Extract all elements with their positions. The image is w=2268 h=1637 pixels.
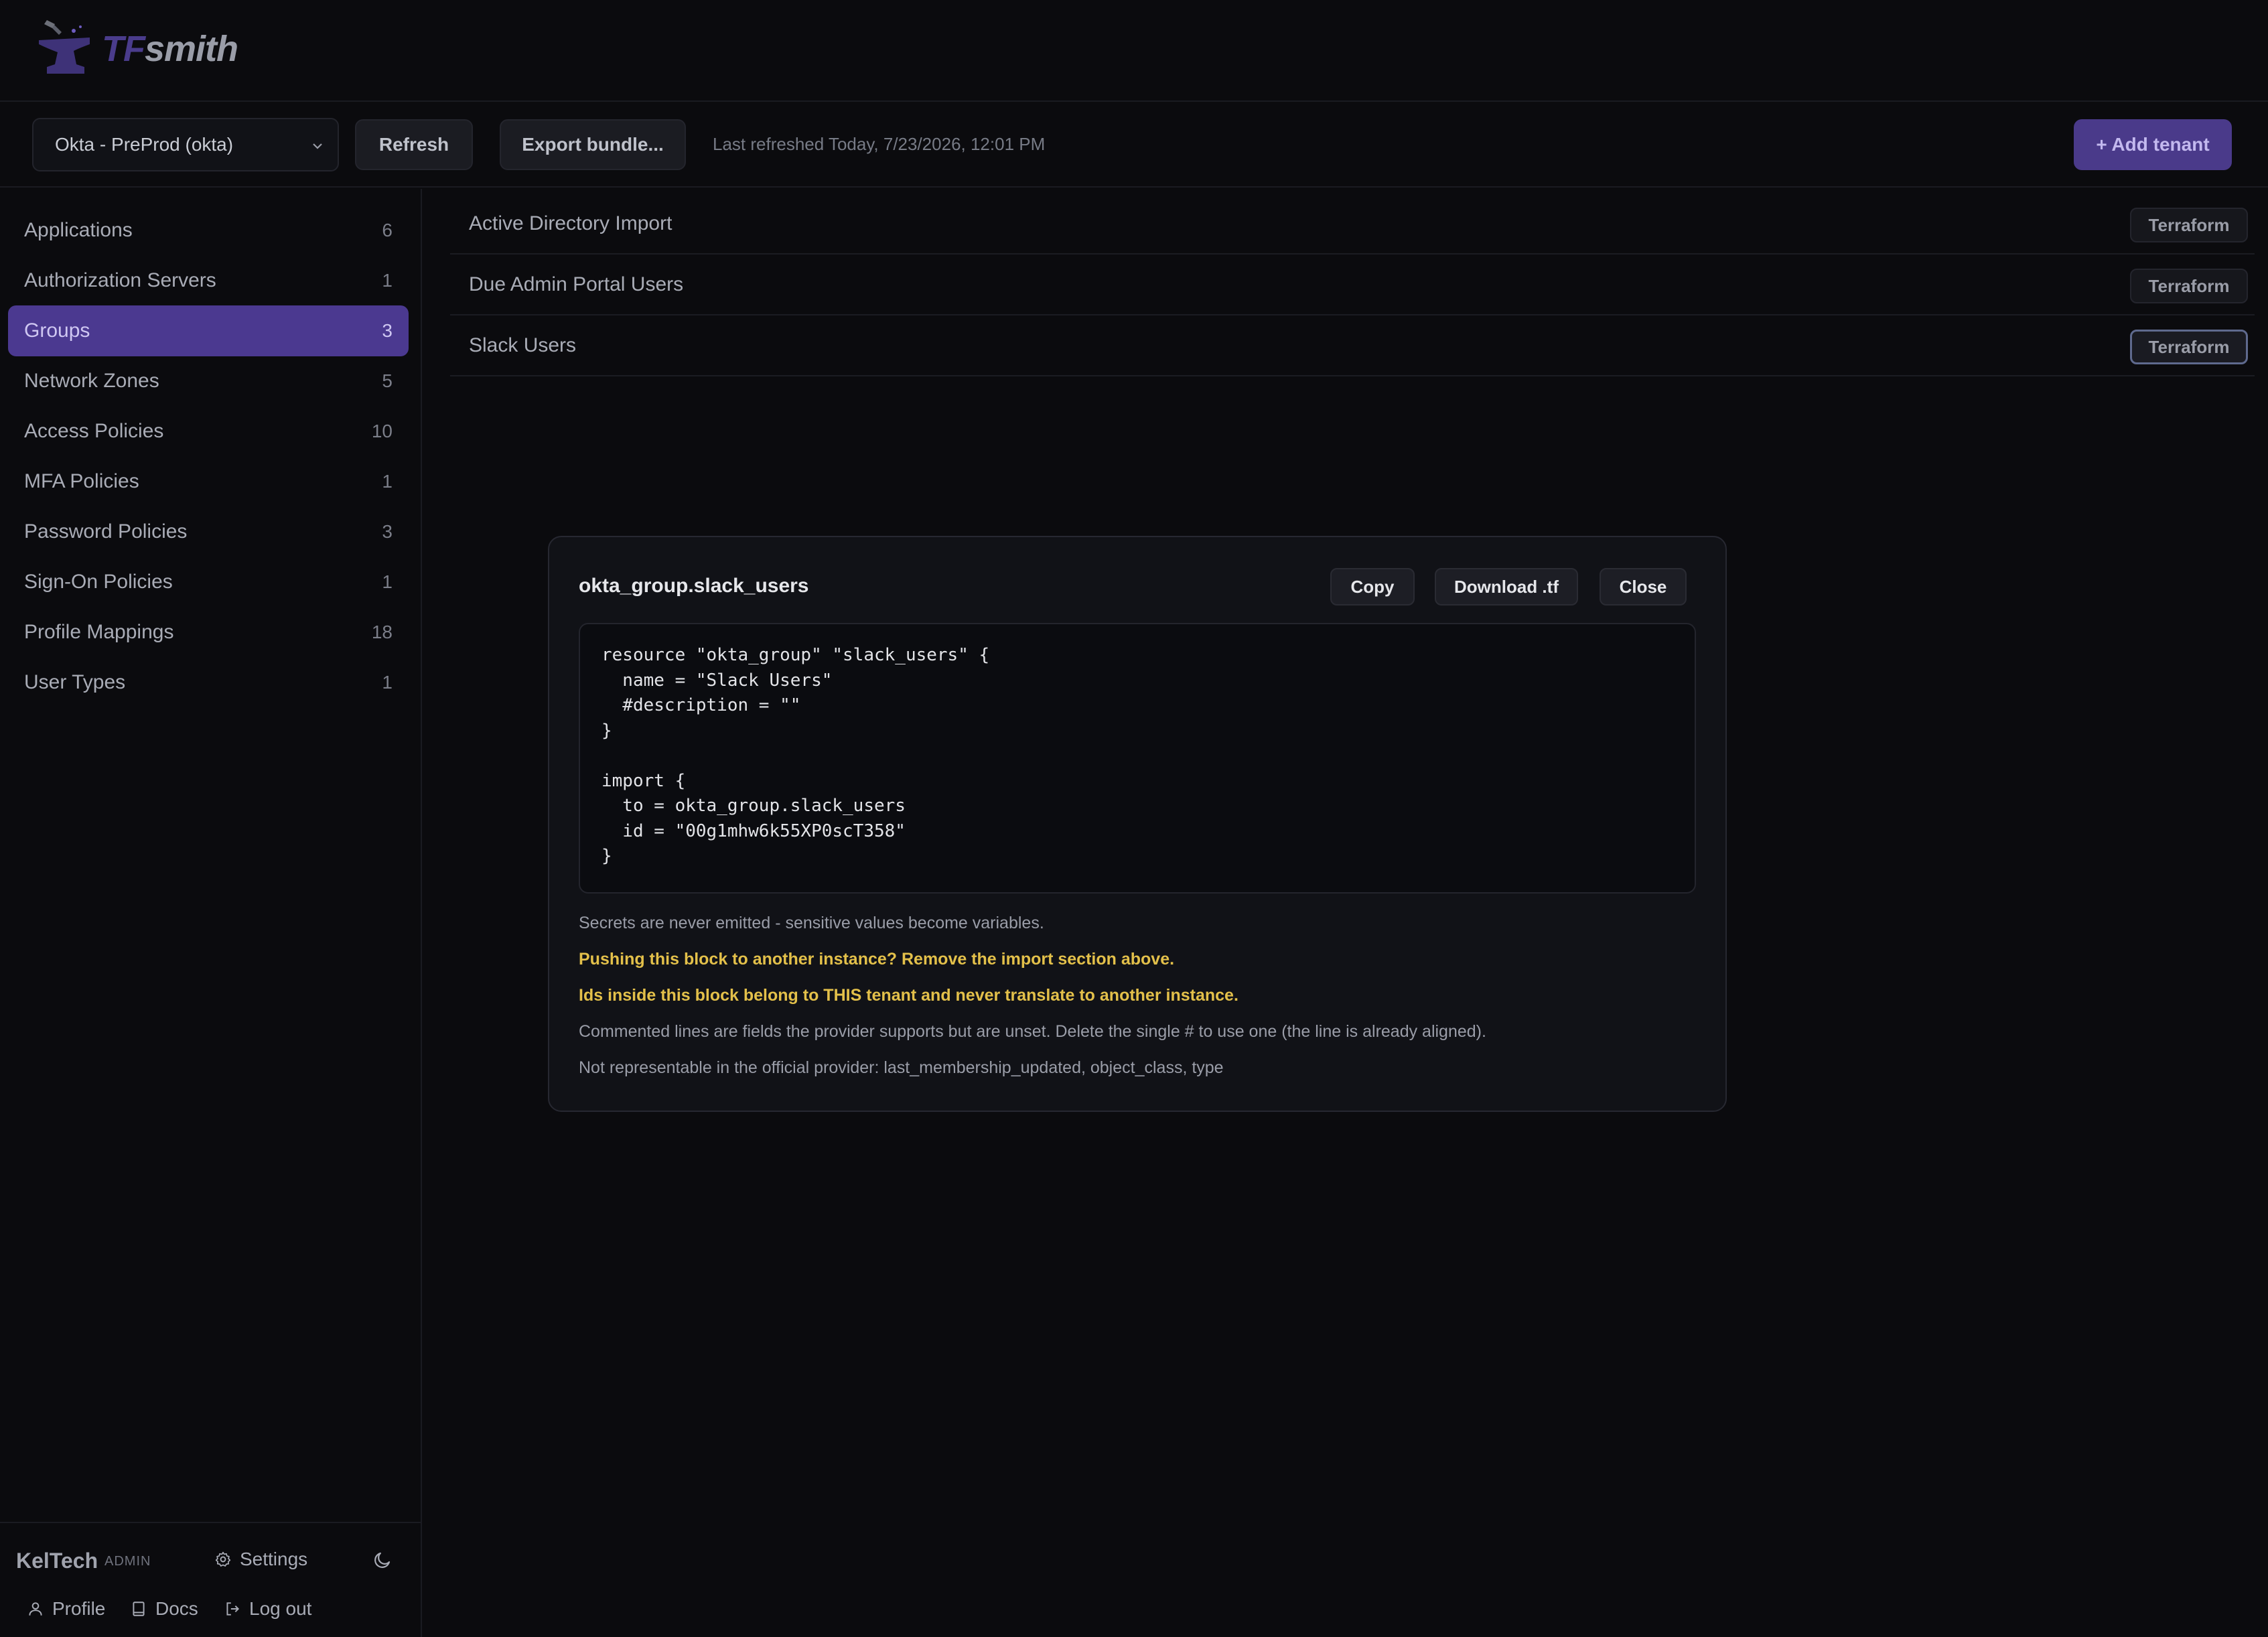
add-tenant-button[interactable]: + Add tenant	[2074, 119, 2232, 170]
list-item: Slack Users Terraform	[450, 316, 2255, 376]
anvil-logo-icon	[39, 20, 90, 74]
sidebar-item-count: 3	[382, 320, 393, 341]
sidebar-item-count: 6	[382, 220, 393, 240]
export-bundle-button[interactable]: Export bundle...	[500, 119, 686, 170]
group-name: Due Admin Portal Users	[469, 273, 684, 295]
sidebar-item-label: Network Zones	[24, 370, 159, 392]
sidebar-item-applications[interactable]: Applications 6	[8, 205, 409, 256]
org-name: KelTech	[16, 1549, 98, 1573]
group-name: Slack Users	[469, 334, 577, 356]
logo-wordmark: TFsmith	[102, 28, 238, 70]
sidebar-item-label: Access Policies	[24, 420, 164, 442]
app-logo[interactable]: TFsmith	[32, 17, 238, 80]
sidebar-item-label: Profile Mappings	[24, 621, 174, 643]
sidebar-item-label: User Types	[24, 671, 126, 693]
copy-button[interactable]: Copy	[1330, 568, 1415, 606]
chevron-down-icon	[313, 143, 322, 149]
import-warning: Pushing this block to another instance? …	[579, 950, 1175, 969]
sidebar-item-count: 1	[382, 270, 393, 291]
sidebar-item-mfa-policies[interactable]: MFA Policies 1	[8, 456, 409, 507]
terraform-modal: okta_group.slack_users Copy Download .tf…	[548, 536, 1727, 1112]
sidebar-item-label: Applications	[24, 219, 133, 241]
sidebar-item-network-zones[interactable]: Network Zones 5	[8, 356, 409, 407]
sidebar-item-count: 3	[382, 521, 393, 542]
unrepresentable-note: Not representable in the official provid…	[579, 1058, 1224, 1077]
profile-label: Profile	[52, 1598, 106, 1619]
tenant-select-value: Okta - PreProd (okta)	[55, 134, 234, 155]
sidebar-item-count: 1	[382, 672, 393, 693]
user-icon	[29, 1602, 42, 1616]
book-icon	[133, 1602, 145, 1616]
sidebar-item-count: 10	[371, 421, 393, 441]
sidebar-item-groups[interactable]: Groups 3	[8, 305, 409, 356]
ids-warning: Ids inside this block belong to THIS ten…	[579, 986, 1238, 1005]
sidebar-item-label: MFA Policies	[24, 470, 139, 492]
logout-label: Log out	[249, 1598, 312, 1619]
sidebar-footer: KelTech ADMIN Settings Profile Docs Log …	[0, 1522, 422, 1637]
profile-link[interactable]: Profile	[27, 1598, 105, 1620]
sidebar-item-user-types[interactable]: User Types 1	[8, 657, 409, 708]
terraform-button[interactable]: Terraform	[2130, 269, 2248, 303]
sidebar-item-label: Password Policies	[24, 520, 188, 543]
toolbar: Okta - PreProd (okta) Refresh Export bun…	[0, 102, 2268, 188]
docs-link[interactable]: Docs	[130, 1598, 198, 1620]
sidebar-item-label: Groups	[24, 319, 90, 342]
role-badge: ADMIN	[104, 1554, 151, 1569]
secrets-note: Secrets are never emitted - sensitive va…	[579, 914, 1044, 932]
settings-label: Settings	[240, 1549, 308, 1569]
sidebar-item-count: 1	[382, 571, 393, 592]
terraform-button[interactable]: Terraform	[2130, 330, 2248, 364]
sidebar-item-profile-mappings[interactable]: Profile Mappings 18	[8, 607, 409, 658]
docs-label: Docs	[155, 1598, 198, 1619]
logout-icon	[226, 1602, 240, 1616]
sidebar-item-count: 18	[371, 622, 393, 642]
code-block[interactable]: resource "okta_group" "slack_users" { na…	[579, 623, 1696, 894]
sidebar-item-access-policies[interactable]: Access Policies 10	[8, 406, 409, 457]
list-item: Due Admin Portal Users Terraform	[450, 255, 2255, 315]
modal-title: okta_group.slack_users	[579, 575, 809, 597]
sidebar-item-count: 5	[382, 370, 393, 391]
sidebar-item-sign-on-policies[interactable]: Sign-On Policies 1	[8, 557, 409, 608]
commented-lines-note: Commented lines are fields the provider …	[579, 1022, 1486, 1041]
group-name: Active Directory Import	[469, 212, 672, 234]
sidebar-item-password-policies[interactable]: Password Policies 3	[8, 506, 409, 557]
sidebar-item-label: Authorization Servers	[24, 269, 216, 291]
sidebar-item-count: 1	[382, 471, 393, 492]
sidebar-item-label: Sign-On Policies	[24, 571, 173, 593]
settings-link[interactable]: Settings	[214, 1549, 307, 1570]
gear-icon	[215, 1551, 231, 1567]
app-header: TFsmith	[0, 0, 2268, 102]
tenant-select[interactable]: Okta - PreProd (okta)	[32, 118, 339, 171]
sidebar: Applications 6 Authorization Servers 1 G…	[0, 189, 422, 1637]
sidebar-item-authorization-servers[interactable]: Authorization Servers 1	[8, 255, 409, 306]
close-button[interactable]: Close	[1600, 568, 1687, 606]
refresh-button[interactable]: Refresh	[355, 119, 473, 170]
logout-link[interactable]: Log out	[224, 1598, 311, 1620]
logo-tf: TF	[102, 29, 145, 69]
last-refreshed-text: Last refreshed Today, 7/23/2026, 12:01 P…	[713, 134, 1046, 154]
moon-icon[interactable]	[372, 1550, 393, 1570]
download-tf-button[interactable]: Download .tf	[1435, 568, 1578, 606]
list-item: Active Directory Import Terraform	[450, 194, 2255, 255]
terraform-button[interactable]: Terraform	[2130, 208, 2248, 242]
logo-smith: smith	[144, 29, 238, 69]
